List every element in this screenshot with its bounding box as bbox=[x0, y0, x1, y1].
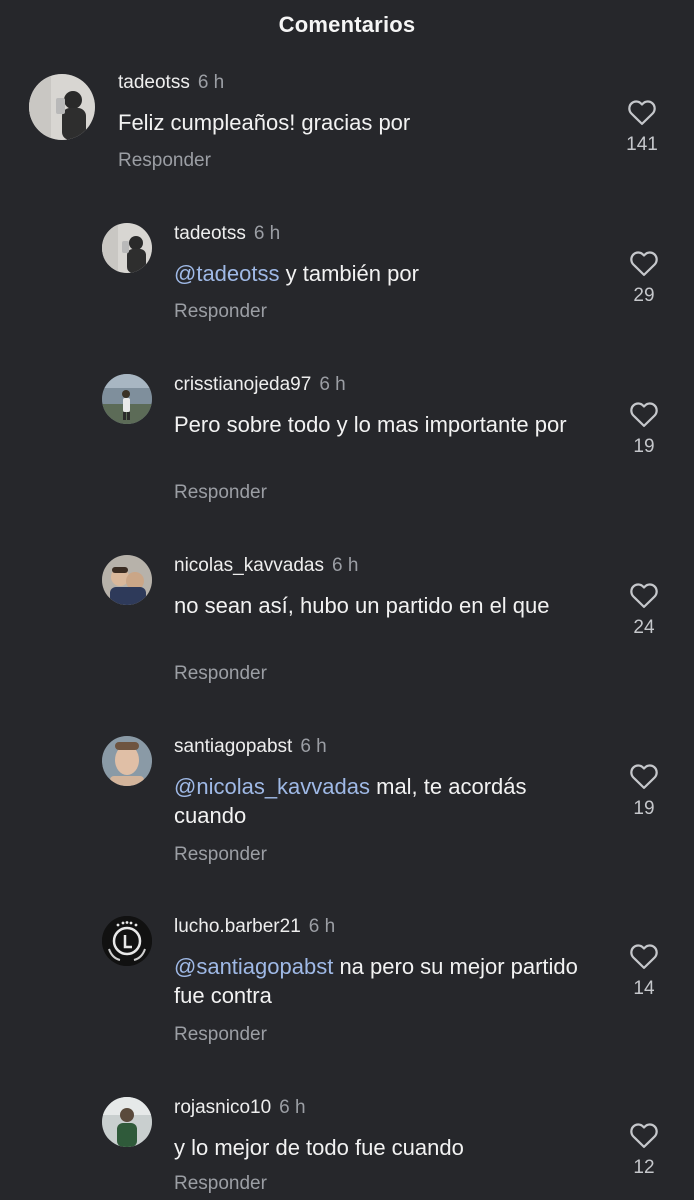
comment-item: lucho.barber21 6 h @santiagopabst na pero… bbox=[0, 916, 694, 1056]
comment-text: @tadeotss y también por bbox=[174, 259, 594, 288]
avatar[interactable] bbox=[102, 1097, 152, 1147]
comment-mention[interactable]: @santiagopabst bbox=[174, 954, 333, 979]
comment-time: 6 h bbox=[279, 1097, 306, 1118]
comment-item: santiagopabst 6 h @nicolas_kavvadas mal, … bbox=[0, 736, 694, 876]
heart-outline-icon[interactable] bbox=[629, 1121, 659, 1149]
reply-button[interactable]: Responder bbox=[118, 150, 211, 172]
avatar[interactable] bbox=[102, 374, 152, 424]
avatar[interactable] bbox=[102, 223, 152, 273]
comment-text: @nicolas_kavvadas mal, te acordás cuando bbox=[174, 772, 594, 830]
like-count: 29 bbox=[633, 285, 655, 306]
comment-time: 6 h bbox=[331, 555, 359, 576]
like-button[interactable]: 24 bbox=[624, 581, 664, 639]
comment-time: 6 h bbox=[308, 916, 336, 937]
page-title: Comentarios bbox=[278, 12, 416, 37]
comment-item: tadeotss 6 h Feliz cumpleaños! gracias po… bbox=[0, 72, 694, 182]
comment-item: rojasnico10 6 h y lo mejor de todo fue cu… bbox=[0, 1097, 694, 1200]
like-count: 19 bbox=[633, 798, 655, 819]
like-count: 24 bbox=[633, 617, 655, 638]
comment-time: 6 h bbox=[319, 374, 346, 395]
avatar[interactable] bbox=[102, 736, 152, 786]
comment-body: no sean así, hubo un partido en el que bbox=[174, 593, 550, 618]
comment-username[interactable]: rojasnico10 bbox=[174, 1097, 271, 1118]
comment-body: Pero sobre todo y lo mas importante por bbox=[174, 412, 567, 437]
reply-button[interactable]: Responder bbox=[174, 844, 267, 866]
like-count: 14 bbox=[633, 978, 655, 999]
reply-button[interactable]: Responder bbox=[174, 663, 267, 685]
comments-header: Comentarios bbox=[0, 0, 694, 52]
like-count: 12 bbox=[633, 1157, 655, 1178]
avatar[interactable] bbox=[102, 555, 152, 605]
heart-outline-icon[interactable] bbox=[627, 98, 657, 126]
reply-button[interactable]: Responder bbox=[174, 1024, 267, 1046]
reply-button[interactable]: Responder bbox=[174, 482, 267, 504]
comment-text: no sean así, hubo un partido en el que bbox=[174, 591, 594, 620]
comment-text: y lo mejor de todo fue cuando bbox=[174, 1133, 594, 1162]
like-button[interactable]: 19 bbox=[624, 400, 664, 458]
like-count: 141 bbox=[626, 134, 658, 155]
like-button[interactable]: 14 bbox=[624, 942, 664, 1000]
comment-username[interactable]: santiagopabst bbox=[174, 736, 292, 757]
avatar[interactable] bbox=[29, 74, 95, 140]
comment-time: 6 h bbox=[253, 223, 281, 244]
comment-username[interactable]: nicolas_kavvadas bbox=[174, 555, 324, 576]
like-count: 19 bbox=[633, 436, 655, 457]
comment-item: crisstianojeda97 6 h Pero sobre todo y lo… bbox=[0, 374, 694, 514]
comment-body: y lo mejor de todo fue cuando bbox=[174, 1135, 464, 1160]
heart-outline-icon[interactable] bbox=[629, 762, 659, 790]
heart-outline-icon[interactable] bbox=[629, 249, 659, 277]
comment-body: y también por bbox=[279, 261, 419, 286]
comment-text: Pero sobre todo y lo mas importante por bbox=[174, 410, 594, 439]
like-button[interactable]: 141 bbox=[622, 98, 662, 156]
comment-item: nicolas_kavvadas 6 h no sean así, hubo un… bbox=[0, 555, 694, 695]
comment-time: 6 h bbox=[300, 736, 327, 757]
comment-time: 6 h bbox=[197, 72, 225, 93]
like-button[interactable]: 19 bbox=[624, 762, 664, 820]
comment-text: @santiagopabst na pero su mejor partido … bbox=[174, 952, 594, 1010]
heart-outline-icon[interactable] bbox=[629, 400, 659, 428]
like-button[interactable]: 29 bbox=[624, 249, 664, 307]
comment-username[interactable]: lucho.barber21 bbox=[174, 916, 301, 937]
like-button[interactable]: 12 bbox=[624, 1121, 664, 1179]
comment-mention[interactable]: @nicolas_kavvadas bbox=[174, 774, 370, 799]
avatar[interactable] bbox=[102, 916, 152, 966]
heart-outline-icon[interactable] bbox=[629, 581, 659, 609]
heart-outline-icon[interactable] bbox=[629, 942, 659, 970]
comment-username[interactable]: crisstianojeda97 bbox=[174, 374, 311, 395]
reply-button[interactable]: Responder bbox=[174, 1173, 267, 1195]
comment-username[interactable]: tadeotss bbox=[174, 223, 246, 244]
comment-body: Feliz cumpleaños! gracias por bbox=[118, 110, 411, 135]
comment-item: tadeotss 6 h @tadeotss y también por Resp… bbox=[0, 223, 694, 333]
comment-mention[interactable]: @tadeotss bbox=[174, 261, 280, 286]
comment-username[interactable]: tadeotss bbox=[118, 72, 190, 93]
reply-button[interactable]: Responder bbox=[174, 301, 267, 323]
comment-text: Feliz cumpleaños! gracias por bbox=[118, 108, 538, 137]
